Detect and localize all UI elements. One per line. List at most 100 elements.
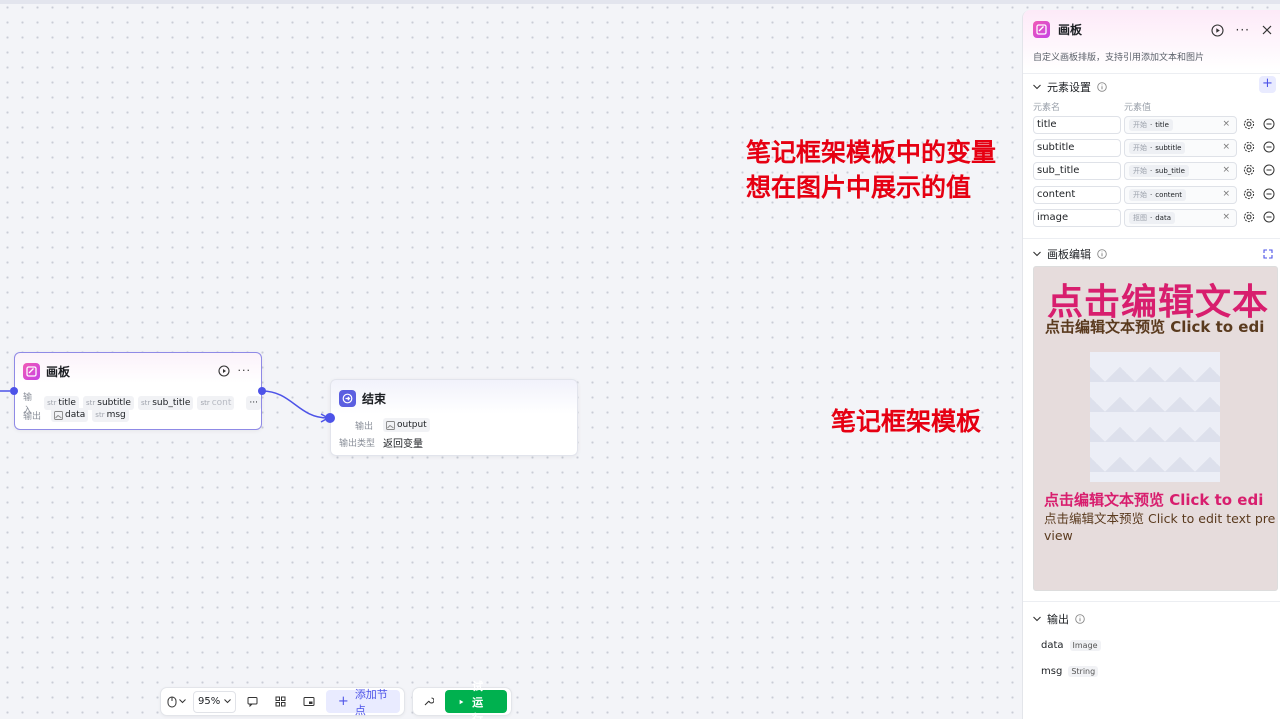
board-node-icon (23, 362, 40, 380)
output-section-header[interactable]: 输出 (1033, 611, 1085, 627)
layout-button[interactable] (270, 691, 292, 713)
preview-content-text[interactable]: 点击编辑文本预览 Click to edit text preview (1044, 510, 1276, 544)
element-value-select[interactable]: 开始 · content × (1124, 186, 1237, 204)
element-row: title 开始 · title × (1033, 116, 1279, 134)
add-element-button[interactable]: + (1259, 76, 1276, 93)
info-icon (1075, 614, 1085, 624)
elements-section-header[interactable]: 元素设置 (1033, 79, 1107, 95)
preview-image-placeholder[interactable] (1090, 352, 1220, 482)
chevron-down-icon (1033, 616, 1041, 622)
input-tag: str cont (197, 396, 235, 410)
canvas-toolbar: 95% + 添加节点 (160, 687, 405, 717)
grid-icon (275, 696, 286, 707)
element-row: image 抠图 · data × (1033, 209, 1279, 227)
output-label: 输出 (23, 411, 42, 422)
variable-chip: 开始 · sub_title (1129, 165, 1189, 177)
more-icon[interactable]: ··· (1236, 23, 1250, 37)
panel-title: 画板 (1033, 21, 1082, 38)
play-icon (459, 699, 464, 704)
board-input-port[interactable] (10, 387, 18, 395)
output-section-title: 输出 (1047, 613, 1069, 626)
zoom-value: 95% (198, 696, 221, 707)
remove-icon[interactable] (1263, 118, 1275, 130)
expand-icon[interactable] (1263, 249, 1273, 259)
element-value-select[interactable]: 开始 · subtitle × (1124, 139, 1237, 157)
test-run-label: 试运行 (472, 679, 484, 719)
clear-icon[interactable]: × (1222, 165, 1230, 175)
preview-subtitle2-text[interactable]: 点击编辑文本预览 Click to edi (1044, 489, 1263, 510)
gear-icon[interactable] (1243, 188, 1255, 200)
board-output-port[interactable] (258, 387, 266, 395)
remove-icon[interactable] (1263, 211, 1275, 223)
comment-button[interactable] (242, 691, 264, 713)
close-icon[interactable] (1262, 25, 1272, 35)
run-node-icon[interactable] (217, 364, 230, 377)
clear-icon[interactable]: × (1222, 189, 1230, 199)
chevron-down-icon (224, 699, 231, 704)
zoom-select[interactable]: 95% (193, 690, 236, 713)
clear-icon[interactable]: × (1222, 142, 1230, 152)
board-settings-panel: 画板 ··· 自定义画板排版，支持引用添加文本和图片 元素设置 + 元素名 元素… (1022, 10, 1280, 719)
output-row: msg String (1041, 666, 1099, 677)
annotation-frame: 笔记框架模板 (831, 407, 982, 436)
output-row: data Image (1041, 640, 1101, 651)
mouse-icon (167, 696, 176, 707)
panel-actions: ··· (1210, 23, 1272, 37)
board-node[interactable]: 画板 ··· 输入 str title str subtitle str sub_ti… (14, 352, 262, 430)
output-tag: data (51, 408, 89, 422)
test-run-button[interactable]: 试运行 (445, 680, 507, 719)
board-node-actions: ··· (217, 364, 252, 377)
annotation-variables: 笔记框架模板中的变量 (746, 138, 997, 167)
remove-icon[interactable] (1263, 164, 1275, 176)
tools-button[interactable] (417, 691, 439, 713)
element-name-input[interactable]: subtitle (1033, 139, 1121, 157)
minimap-icon (303, 697, 315, 706)
output-type-badge: String (1068, 666, 1099, 677)
board-edit-section-header[interactable]: 画板编辑 (1033, 246, 1107, 262)
mouse-mode-button[interactable] (165, 691, 187, 713)
variable-chip: 开始 · subtitle (1129, 142, 1186, 154)
column-header-value: 元素值 (1124, 103, 1152, 113)
output-tag: output (383, 418, 430, 432)
board-node-header: 画板 (23, 361, 70, 381)
gear-icon[interactable] (1243, 164, 1255, 176)
element-name-input[interactable]: sub_title (1033, 162, 1121, 180)
add-node-label: 添加节点 (354, 687, 388, 717)
element-name-input[interactable]: title (1033, 116, 1121, 134)
chevron-down-icon (178, 699, 186, 704)
element-value-select[interactable]: 开始 · title × (1124, 116, 1237, 134)
panel-description: 自定义画板排版，支持引用添加文本和图片 (1033, 53, 1205, 63)
element-value-select[interactable]: 开始 · sub_title × (1124, 162, 1237, 180)
variable-chip: 抠图 · data (1129, 212, 1176, 224)
minimap-button[interactable] (298, 691, 320, 713)
output-name: msg (1041, 666, 1063, 677)
remove-icon[interactable] (1263, 188, 1275, 200)
remove-icon[interactable] (1263, 141, 1275, 153)
board-icon (1033, 21, 1050, 38)
info-icon (1097, 249, 1107, 259)
run-icon[interactable] (1210, 23, 1224, 37)
element-name-input[interactable]: content (1033, 186, 1121, 204)
gear-icon[interactable] (1243, 211, 1255, 223)
clear-icon[interactable]: × (1222, 212, 1230, 222)
end-node-type-row: 输出类型 返回变量 (339, 435, 423, 450)
more-inputs-button[interactable]: ··· (246, 396, 261, 410)
preview-subtitle-text[interactable]: 点击编辑文本预览 Click to edi (1045, 316, 1264, 337)
end-node[interactable]: 结束 输出 output 输出类型 返回变量 (330, 379, 578, 456)
element-row: content 开始 · content × (1033, 186, 1279, 204)
end-input-port[interactable] (325, 413, 335, 423)
element-value-select[interactable]: 抠图 · data × (1124, 209, 1237, 227)
annotation-values: 想在图片中展示的值 (746, 173, 972, 202)
element-name-input[interactable]: image (1033, 209, 1121, 227)
gear-icon[interactable] (1243, 141, 1255, 153)
element-row: subtitle 开始 · subtitle × (1033, 139, 1279, 157)
clear-icon[interactable]: × (1222, 119, 1230, 129)
variable-chip: 开始 · content (1129, 189, 1187, 201)
column-header-name: 元素名 (1033, 103, 1061, 113)
more-icon[interactable]: ··· (238, 364, 252, 377)
divider (1023, 601, 1280, 602)
add-node-button[interactable]: + 添加节点 (325, 688, 400, 717)
board-canvas-preview[interactable]: 点击编辑文本 点击编辑文本预览 Click to edi 点击编辑文本预览 Cl… (1033, 266, 1278, 591)
gear-icon[interactable] (1243, 118, 1255, 130)
output-type-badge: Image (1069, 640, 1101, 651)
